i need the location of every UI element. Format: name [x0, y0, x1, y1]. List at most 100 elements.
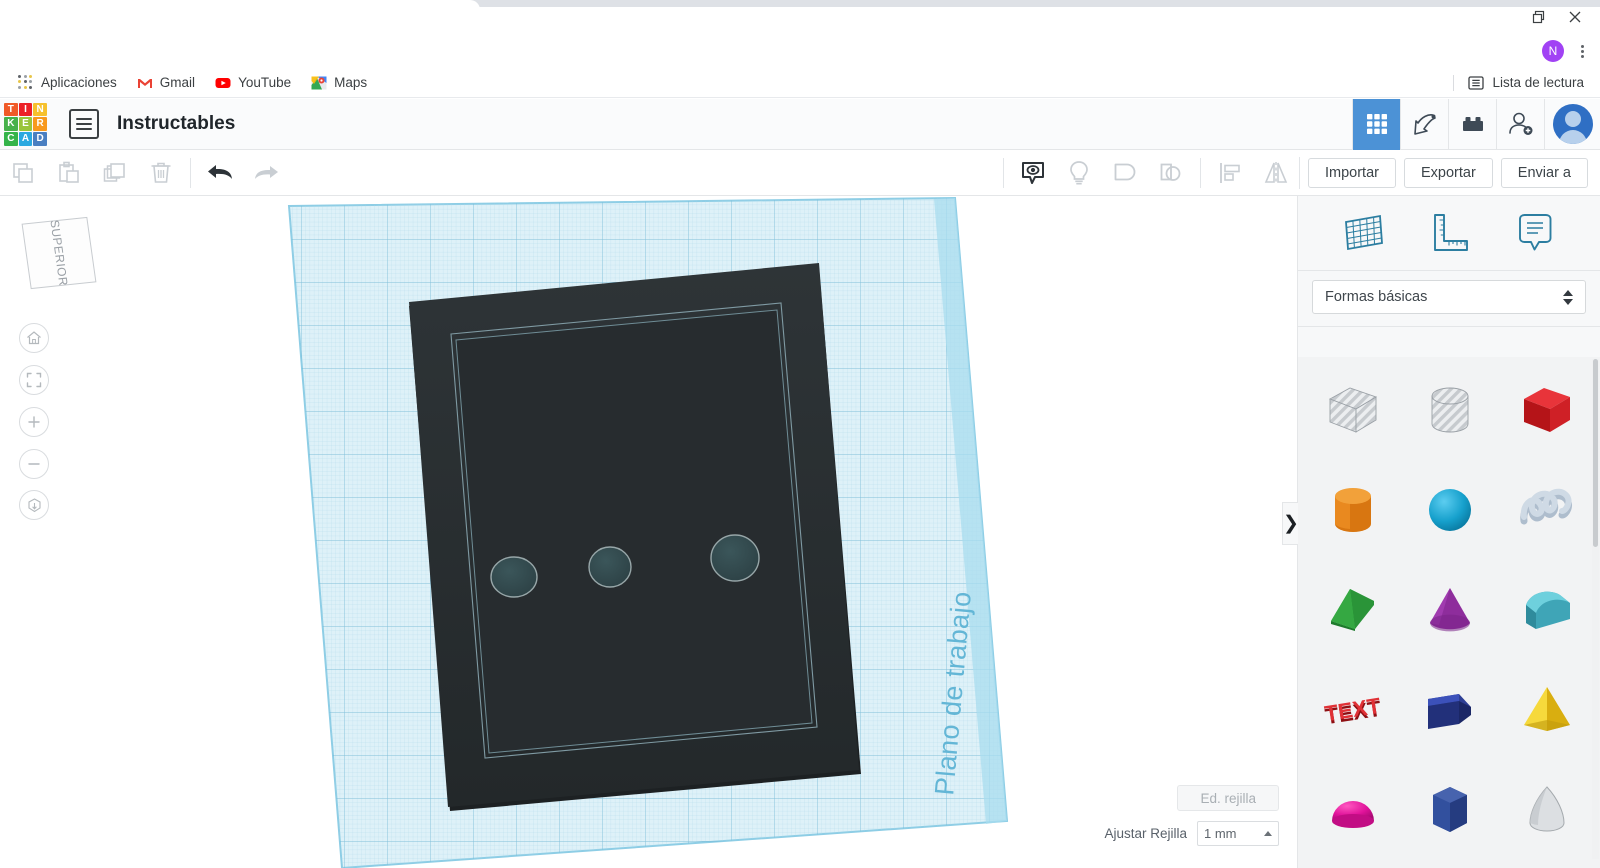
workplane-grid-icon[interactable]: [1337, 209, 1389, 257]
shapes-panel: ❯ Formas básicas TEXT TEXT: [1282, 196, 1600, 868]
zoom-in-button[interactable]: [19, 407, 49, 437]
copy-icon[interactable]: [0, 150, 46, 196]
browser-profile-area: N: [1542, 34, 1590, 68]
panel-divider: [1298, 326, 1600, 327]
perspective-toggle-button[interactable]: [19, 490, 49, 520]
bookmark-maps[interactable]: Maps: [303, 72, 375, 94]
window-controls: [1522, 2, 1592, 32]
3d-viewport[interactable]: Plano de trabajo SUPERIOR Ed. rejilla Aj…: [0, 196, 1297, 868]
view-cube[interactable]: SUPERIOR: [21, 216, 97, 290]
model-plate: [409, 263, 861, 811]
tab-strip-background-right: [472, 0, 1600, 7]
box-shape[interactable]: [1498, 360, 1595, 460]
cone-shape[interactable]: [1401, 560, 1498, 660]
logo-tile-t: T: [4, 102, 18, 117]
text-shape[interactable]: TEXT TEXT: [1304, 660, 1401, 760]
bookmark-aplicaciones[interactable]: Aplicaciones: [10, 72, 125, 94]
bookmark-label: YouTube: [238, 75, 292, 90]
roof-wedge-shape[interactable]: [1304, 560, 1401, 660]
mirror-icon[interactable]: [1253, 150, 1299, 196]
browser-profile-avatar[interactable]: N: [1542, 40, 1564, 62]
duplicate-icon[interactable]: [92, 150, 138, 196]
youtube-icon: [215, 75, 231, 91]
bookmark-label: Gmail: [159, 75, 196, 90]
grid-controls: Ed. rejilla Ajustar Rejilla 1 mm: [999, 785, 1279, 846]
toolbar-divider: [190, 157, 191, 188]
hint-lightbulb-icon[interactable]: [1056, 150, 1102, 196]
scribble-shape[interactable]: [1498, 460, 1595, 560]
polygon-arrow-shape[interactable]: [1401, 660, 1498, 760]
bookmark-youtube[interactable]: YouTube: [207, 72, 299, 94]
fit-to-view-button[interactable]: [19, 365, 49, 395]
shape-category-select[interactable]: Formas básicas: [1312, 280, 1586, 314]
paraboloid-shape[interactable]: [1498, 760, 1595, 860]
editor-toolbar: Importar Exportar Enviar a: [0, 150, 1600, 196]
snap-grid-select[interactable]: 1 mm: [1197, 821, 1279, 846]
header-right-tools: [1352, 98, 1600, 150]
reading-list-icon: [1468, 75, 1485, 91]
bookmark-gmail[interactable]: Gmail: [129, 72, 203, 94]
toolbar-edit-group: [0, 150, 289, 196]
snap-grid-label: Ajustar Rejilla: [1104, 826, 1187, 841]
close-window-icon[interactable]: [1558, 3, 1592, 31]
invite-user-icon[interactable]: [1496, 98, 1544, 150]
codeblocks-pick-icon[interactable]: [1400, 98, 1448, 150]
ruler-icon[interactable]: [1423, 209, 1475, 257]
user-avatar[interactable]: [1544, 98, 1600, 150]
shape-library-grid[interactable]: TEXT TEXT: [1298, 357, 1600, 868]
blocks-grid-icon[interactable]: [1352, 98, 1400, 150]
import-button[interactable]: Importar: [1307, 157, 1396, 188]
toolbar-divider: [1298, 156, 1300, 189]
browser-toolbar-row: N: [0, 34, 1600, 68]
half-sphere-shape[interactable]: [1304, 760, 1401, 860]
workplane-canvas[interactable]: Plano de trabajo: [0, 196, 1297, 868]
toolbar-divider: [1199, 157, 1201, 188]
snap-grid-value: 1 mm: [1204, 826, 1237, 841]
toolbar-divider: [1002, 157, 1004, 188]
browser-active-tab[interactable]: [0, 0, 480, 34]
export-button[interactable]: Exportar: [1403, 157, 1493, 188]
delete-icon[interactable]: [138, 150, 184, 196]
gmail-icon: [137, 75, 153, 91]
browser-menu-icon[interactable]: [1574, 44, 1590, 58]
hex-prism-shape[interactable]: [1401, 760, 1498, 860]
note-bubble-icon[interactable]: [1509, 209, 1561, 257]
redo-icon[interactable]: [243, 150, 289, 196]
group-icon[interactable]: [1102, 150, 1148, 196]
tinkercad-header: T I N K E R C A D Instructables: [0, 98, 1600, 150]
restore-window-icon[interactable]: [1522, 3, 1556, 31]
view-cube-label: SUPERIOR: [47, 219, 71, 287]
align-icon[interactable]: [1207, 150, 1253, 196]
pyramid-shape[interactable]: [1498, 660, 1595, 760]
caret-up-icon: [1264, 831, 1272, 836]
project-list-menu-icon[interactable]: [69, 109, 99, 139]
panel-tabs: [1298, 196, 1600, 270]
logo-tile-n: N: [33, 102, 47, 117]
grid-edit-button[interactable]: Ed. rejilla: [1177, 785, 1279, 811]
logo-tile-i: I: [18, 102, 33, 117]
ungroup-icon[interactable]: [1148, 150, 1194, 196]
round-roof-shape[interactable]: [1498, 560, 1595, 660]
panel-collapse-button[interactable]: ❯: [1282, 502, 1299, 545]
brick-icon[interactable]: [1448, 98, 1496, 150]
scrollbar-thumb[interactable]: [1593, 359, 1598, 547]
show-hide-eye-icon[interactable]: [1010, 150, 1056, 196]
hole-cylinder-shape[interactable]: [1401, 360, 1498, 460]
toolbar-actions: Importar Exportar Enviar a: [1307, 157, 1600, 188]
undo-icon[interactable]: [197, 150, 243, 196]
apps-grid-icon: [18, 74, 34, 91]
home-view-button[interactable]: [19, 323, 49, 353]
send-to-button[interactable]: Enviar a: [1500, 157, 1588, 188]
reading-list-button[interactable]: Lista de lectura: [1453, 74, 1590, 91]
sphere-shape[interactable]: [1401, 460, 1498, 560]
tinkercad-logo[interactable]: T I N K E R C A D: [2, 101, 49, 148]
page-title: Instructables: [117, 113, 236, 134]
hole-box-shape[interactable]: [1304, 360, 1401, 460]
zoom-out-button[interactable]: [19, 449, 49, 479]
shape-panel-scrollbar[interactable]: [1592, 359, 1599, 859]
logo-tile-d: D: [33, 131, 47, 146]
paste-icon[interactable]: [46, 150, 92, 196]
logo-tile-k: K: [4, 117, 18, 131]
cylinder-shape[interactable]: [1304, 460, 1401, 560]
browser-tab-strip: [0, 0, 1600, 34]
